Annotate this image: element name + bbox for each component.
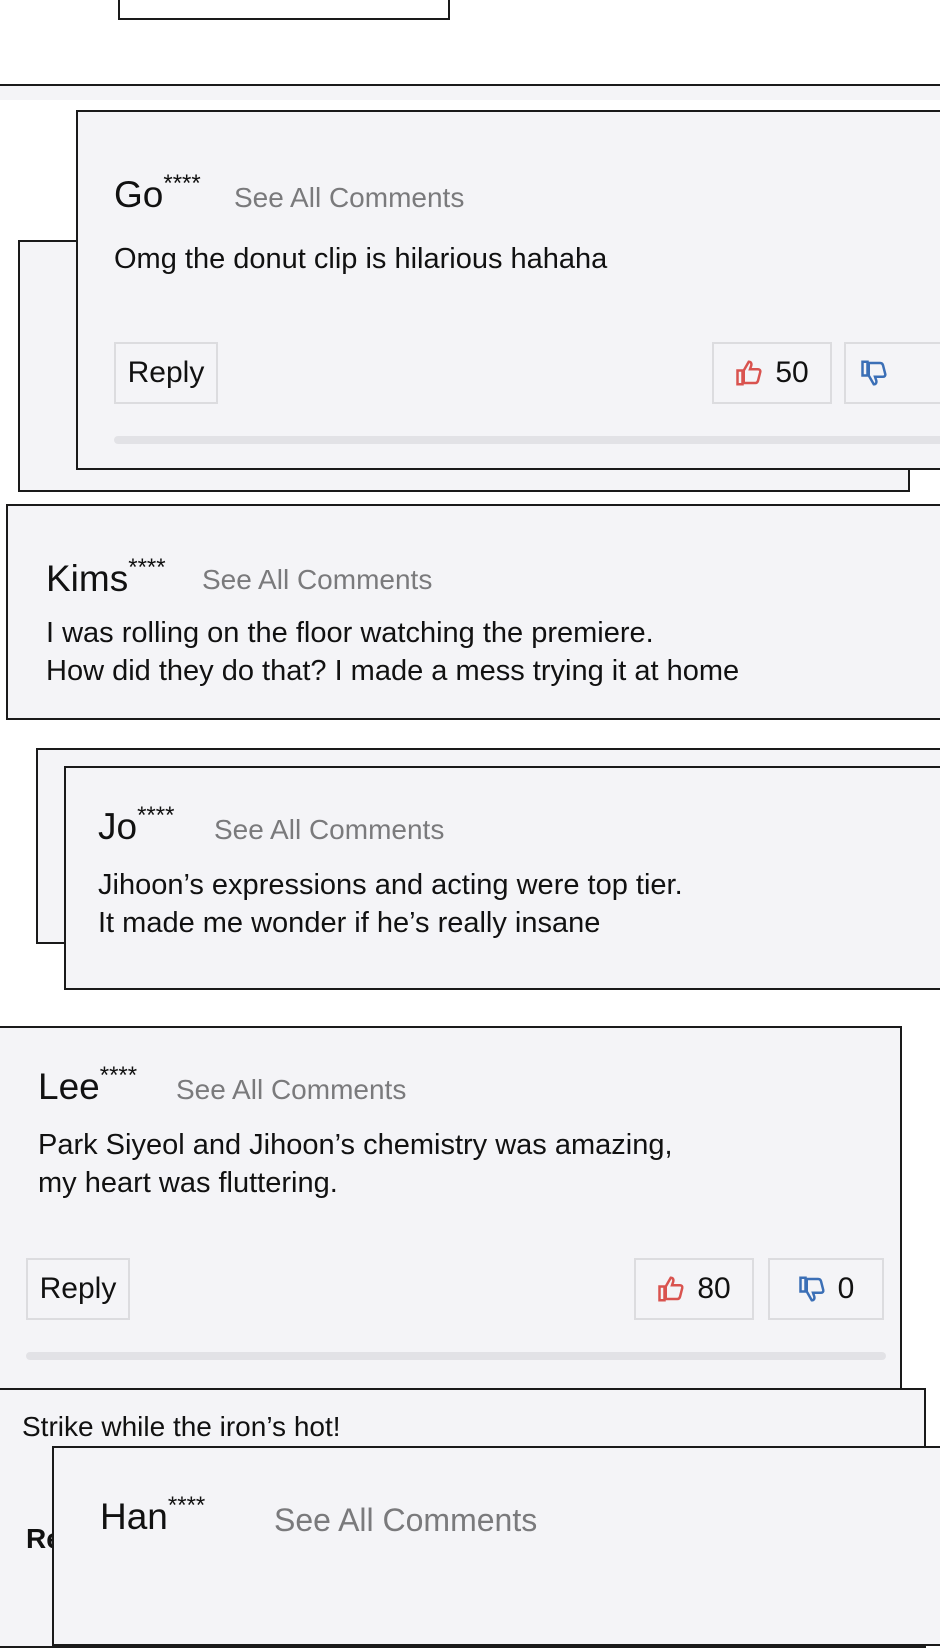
comment-band-top	[0, 84, 940, 100]
dislike-button[interactable]: 0	[768, 1258, 884, 1320]
reply-button[interactable]: Reply	[114, 342, 218, 404]
like-button[interactable]: 50	[712, 342, 832, 404]
see-all-comments-link[interactable]: See All Comments	[176, 1074, 406, 1106]
thumbs-down-icon	[861, 360, 887, 386]
thumbs-up-icon	[736, 360, 762, 386]
comment-card-kims: Kims**** See All Comments I was rolling …	[6, 504, 940, 720]
comment-text: my heart was fluttering.	[38, 1167, 338, 1199]
comment-text: How did they do that? I made a mess tryi…	[46, 655, 740, 687]
like-button[interactable]: 80	[634, 1258, 754, 1320]
comment-text: Strike while the iron’s hot!	[22, 1411, 341, 1442]
comment-username: Lee****	[38, 1062, 138, 1107]
see-all-comments-link[interactable]: See All Comments	[234, 182, 464, 214]
see-all-comments-link[interactable]: See All Comments	[202, 564, 432, 596]
comment-username: Han****	[100, 1492, 206, 1537]
dislike-button[interactable]	[844, 342, 940, 404]
comment-text: Jihoon’s expressions and acting were top…	[98, 869, 683, 901]
thumbs-up-icon	[658, 1276, 684, 1302]
comment-card-go: Go**** See All Comments Omg the donut cl…	[76, 110, 940, 470]
comment-text: Omg the donut clip is hilarious hahaha	[114, 243, 608, 275]
comment-username: Kims****	[46, 554, 166, 599]
see-all-comments-link[interactable]: See All Comments	[274, 1502, 537, 1539]
comment-username: Jo****	[98, 802, 175, 847]
divider	[26, 1352, 886, 1360]
comment-card-han: Han**** See All Comments	[52, 1446, 940, 1646]
comment-card-jo: Jo**** See All Comments Jihoon’s express…	[64, 766, 940, 990]
divider	[114, 436, 940, 444]
comment-text: It made me wonder if he’s really insane	[98, 907, 601, 939]
see-all-comments-link[interactable]: See All Comments	[214, 814, 444, 846]
comment-card-lee: Lee**** See All Comments Park Siyeol and…	[0, 1026, 902, 1392]
like-count: 80	[697, 1272, 731, 1305]
thumbs-down-icon	[798, 1276, 825, 1302]
dislike-count: 0	[837, 1272, 855, 1305]
reply-button[interactable]: Reply	[26, 1258, 130, 1320]
panel-fragment-top	[118, 0, 450, 20]
like-count: 50	[775, 356, 809, 389]
comment-text: I was rolling on the floor watching the …	[46, 617, 654, 649]
comment-username: Go****	[114, 170, 201, 215]
comment-text: Park Siyeol and Jihoon’s chemistry was a…	[38, 1129, 673, 1161]
